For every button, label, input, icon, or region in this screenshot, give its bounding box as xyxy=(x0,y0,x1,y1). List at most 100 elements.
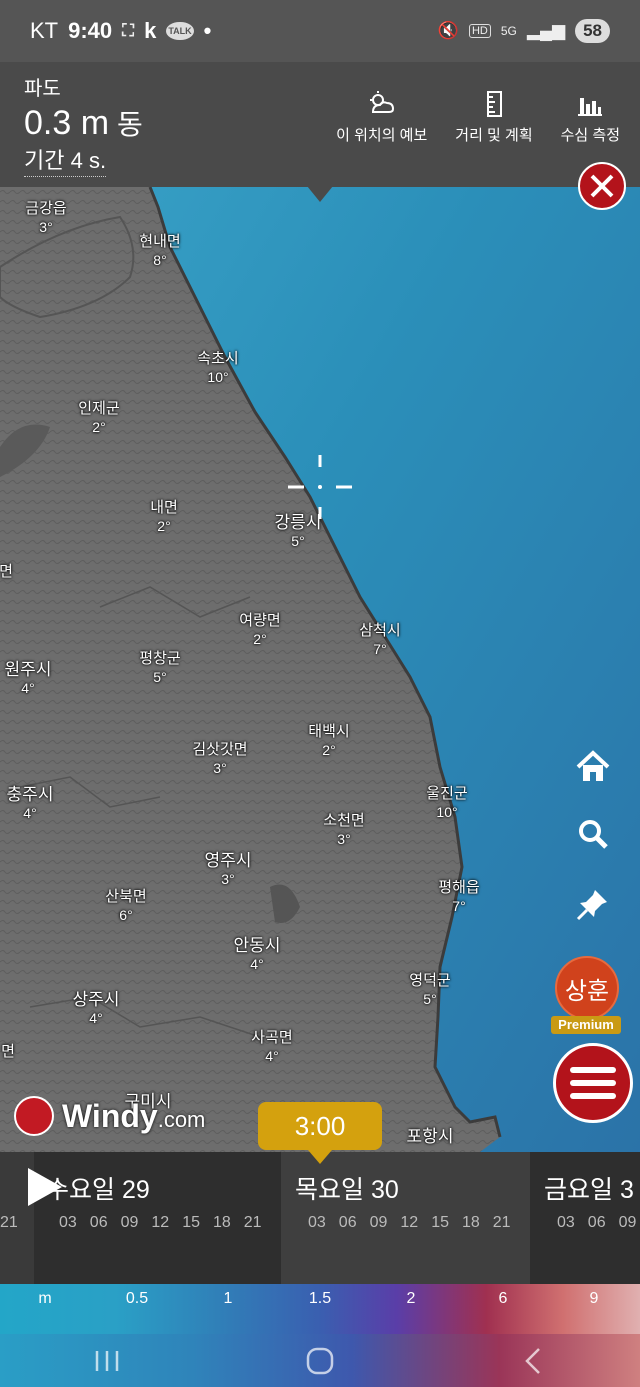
wave-value: 0.3 m동 xyxy=(24,103,143,143)
hour-label: 03 xyxy=(59,1214,77,1231)
legend-label: 9 xyxy=(589,1290,599,1307)
pin-button[interactable] xyxy=(568,879,618,929)
hour-label: 18 xyxy=(461,1214,480,1231)
carrier-label: KT xyxy=(30,18,59,43)
place-label[interactable]: 원주시 4° xyxy=(5,660,52,698)
user-avatar[interactable]: 상훈 xyxy=(555,956,619,1020)
place-label[interactable]: 울진군 10° xyxy=(426,784,467,822)
windy-wordmark: Windy xyxy=(62,1097,158,1134)
hour-label: 15 xyxy=(431,1214,449,1231)
hour-label: 06 xyxy=(338,1214,357,1231)
pin-icon xyxy=(576,890,607,921)
place-label[interactable]: 태백시 2° xyxy=(308,722,349,760)
back-button[interactable] xyxy=(513,1341,553,1381)
place-label[interactable]: 사곡면 4° xyxy=(251,1028,292,1066)
battery-indicator: 58 xyxy=(575,19,610,43)
place-label[interactable]: 여량면 2° xyxy=(239,611,280,649)
windy-domain: .com xyxy=(157,1106,206,1132)
legend-label: 1 xyxy=(223,1290,233,1307)
hour-label: 09 xyxy=(369,1214,388,1231)
hour-label: 06 xyxy=(587,1214,606,1231)
place-label[interactable]: 면 xyxy=(1,1042,15,1061)
hour-label: 21 xyxy=(492,1214,511,1231)
legend-label: 0.5 xyxy=(125,1290,149,1307)
ruler-icon xyxy=(486,91,502,117)
time-marker[interactable]: 3:00 xyxy=(258,1102,382,1164)
recent-apps-button[interactable] xyxy=(87,1341,127,1381)
toolbar: 이 위치의 예보 거리 및 계획 수심 측정 xyxy=(336,90,620,145)
home-icon xyxy=(576,750,610,781)
day-label: 목요일 30 xyxy=(295,1176,399,1204)
timeline-day[interactable]: 수요일 29 03 06 09 12 15 18 21 xyxy=(34,1152,281,1284)
home-button[interactable] xyxy=(568,742,618,792)
timeline-day[interactable]: 금요일 3 03 06 09 xyxy=(530,1152,640,1284)
depth-button[interactable]: 수심 측정 xyxy=(561,90,620,145)
place-label[interactable]: 내면 2° xyxy=(150,498,178,536)
place-label[interactable]: 상주시 4° xyxy=(73,990,120,1028)
hamburger-icon xyxy=(570,1067,616,1099)
header-pointer xyxy=(307,186,333,202)
notification-dot: • xyxy=(203,18,212,43)
place-label[interactable]: 삼척시 7° xyxy=(359,621,400,659)
hour-label: 21 xyxy=(0,1214,18,1231)
talk-icon: TALK xyxy=(166,22,194,40)
hour-label: 09 xyxy=(120,1214,139,1231)
play-icon[interactable] xyxy=(28,1168,62,1206)
legend-label: 2 xyxy=(406,1290,416,1307)
close-button[interactable] xyxy=(578,162,626,210)
hour-label: 18 xyxy=(212,1214,231,1231)
hour-label: 09 xyxy=(618,1214,637,1231)
forecast-icon xyxy=(369,91,394,113)
place-label[interactable]: 인제군 2° xyxy=(78,399,119,437)
legend-unit: m xyxy=(38,1290,52,1307)
place-label[interactable]: 영주시 3° xyxy=(205,851,252,889)
crosshair-icon xyxy=(288,455,352,519)
home-nav-button[interactable] xyxy=(300,1341,340,1381)
status-bar: KT 9:40 ⛶ k TALK • 🔇 HD 5G ▂▄▆ 58 xyxy=(0,0,640,62)
hd-icon: HD xyxy=(468,24,491,38)
hour-label: 12 xyxy=(151,1214,170,1231)
forecast-button[interactable]: 이 위치의 예보 xyxy=(336,90,427,145)
place-label[interactable]: 영덕군 5° xyxy=(409,971,450,1009)
home-nav-icon xyxy=(306,1347,334,1374)
timeline[interactable]: 21 수요일 29 03 06 09 12 15 18 21 목요일 30 03… xyxy=(0,1152,640,1284)
wave-info: 파도 0.3 m동 기간 4 s. xyxy=(24,72,143,177)
recent-apps-icon xyxy=(95,1350,118,1371)
close-icon xyxy=(590,174,614,198)
map-view[interactable]: 금강읍 3° 현내면 8° 속초시 10° 인제군 2° 내면 2° 강릉시 5° 여량면 2… xyxy=(0,187,640,1152)
hour-label: 03 xyxy=(557,1214,575,1231)
forecast-label: 이 위치의 예보 xyxy=(336,127,428,144)
wave-height: 0.3 m xyxy=(24,104,110,142)
place-label[interactable]: 산북면 6° xyxy=(105,887,146,925)
wave-period[interactable]: 기간 4 s. xyxy=(24,143,107,177)
place-label[interactable]: 속초시 10° xyxy=(197,349,238,387)
clock: 9:40 xyxy=(68,18,113,43)
color-legend: m 0.5 1 1.5 2 6 9 xyxy=(0,1284,640,1334)
hour-label: 06 xyxy=(89,1214,108,1231)
day-label: 금요일 3 xyxy=(544,1176,634,1204)
place-label[interactable]: 안동시 4° xyxy=(234,936,281,974)
search-icon xyxy=(579,820,608,849)
windy-logo: Windy.com xyxy=(14,1096,205,1136)
distance-planner-button[interactable]: 거리 및 계획 xyxy=(455,90,533,145)
mute-icon: 🔇 xyxy=(437,21,459,40)
place-label[interactable]: 평창군 5° xyxy=(139,649,180,687)
search-button[interactable] xyxy=(568,809,618,859)
place-label[interactable]: 김삿갓면 3° xyxy=(192,740,247,778)
place-label[interactable]: 충주시 4° xyxy=(7,785,54,823)
place-label[interactable]: 포항시 xyxy=(407,1127,454,1146)
legend-label: 6 xyxy=(498,1290,508,1307)
place-label[interactable]: 현내면 8° xyxy=(139,232,180,270)
place-label[interactable]: 면 xyxy=(0,562,13,581)
windy-logo-icon xyxy=(14,1096,54,1136)
menu-button[interactable] xyxy=(553,1043,633,1123)
hour-label: 21 xyxy=(243,1214,262,1231)
timeline-day[interactable]: 목요일 30 03 06 09 12 15 18 21 xyxy=(281,1152,530,1284)
back-icon xyxy=(525,1347,541,1374)
place-label[interactable]: 평해읍 7° xyxy=(438,878,479,916)
premium-badge: Premium xyxy=(551,1016,621,1034)
place-label[interactable]: 소천면 3° xyxy=(323,811,364,849)
signal-icon: ▂▄▆ xyxy=(526,21,566,40)
place-label[interactable]: 금강읍 3° xyxy=(25,199,66,237)
depth-chart-icon xyxy=(578,98,603,116)
